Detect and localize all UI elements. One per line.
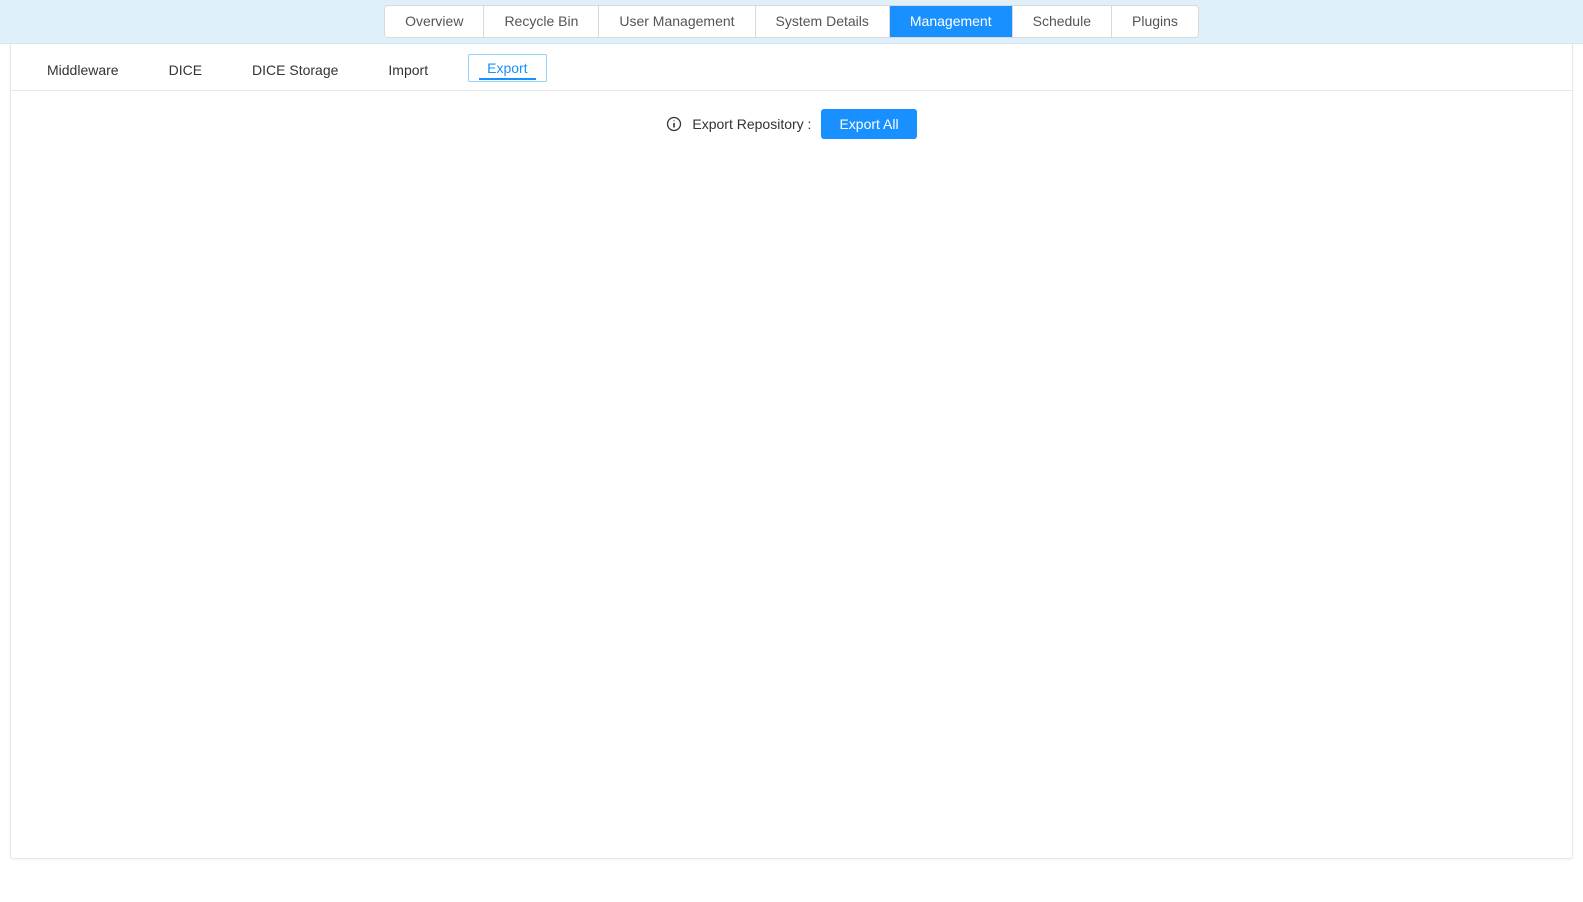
top-tab-user-management[interactable]: User Management <box>599 6 755 38</box>
info-icon <box>666 116 682 132</box>
top-tab-schedule[interactable]: Schedule <box>1013 6 1112 38</box>
top-tab-overview[interactable]: Overview <box>385 6 484 38</box>
sub-tab-dice[interactable]: DICE <box>159 56 212 88</box>
sub-tab-middleware[interactable]: Middleware <box>37 56 129 88</box>
top-tabs-group: Overview Recycle Bin User Management Sys… <box>384 5 1199 39</box>
sub-tab-export[interactable]: Export <box>468 54 546 82</box>
content-panel: Middleware DICE DICE Storage Import Expo… <box>10 44 1573 859</box>
sub-tab-dice-storage[interactable]: DICE Storage <box>242 56 348 88</box>
top-tab-system-details[interactable]: System Details <box>756 6 890 38</box>
top-tab-recycle-bin[interactable]: Recycle Bin <box>484 6 599 38</box>
sub-tabs-bar: Middleware DICE DICE Storage Import Expo… <box>11 44 1572 91</box>
export-all-button[interactable]: Export All <box>821 109 916 139</box>
sub-tab-import[interactable]: Import <box>378 56 438 88</box>
top-tab-plugins[interactable]: Plugins <box>1112 6 1198 38</box>
export-repository-label: Export Repository : <box>692 116 811 132</box>
content-body: Export Repository : Export All <box>11 91 1572 157</box>
export-row: Export Repository : Export All <box>666 109 916 139</box>
top-tab-management[interactable]: Management <box>890 6 1013 38</box>
top-banner: Overview Recycle Bin User Management Sys… <box>0 0 1583 44</box>
